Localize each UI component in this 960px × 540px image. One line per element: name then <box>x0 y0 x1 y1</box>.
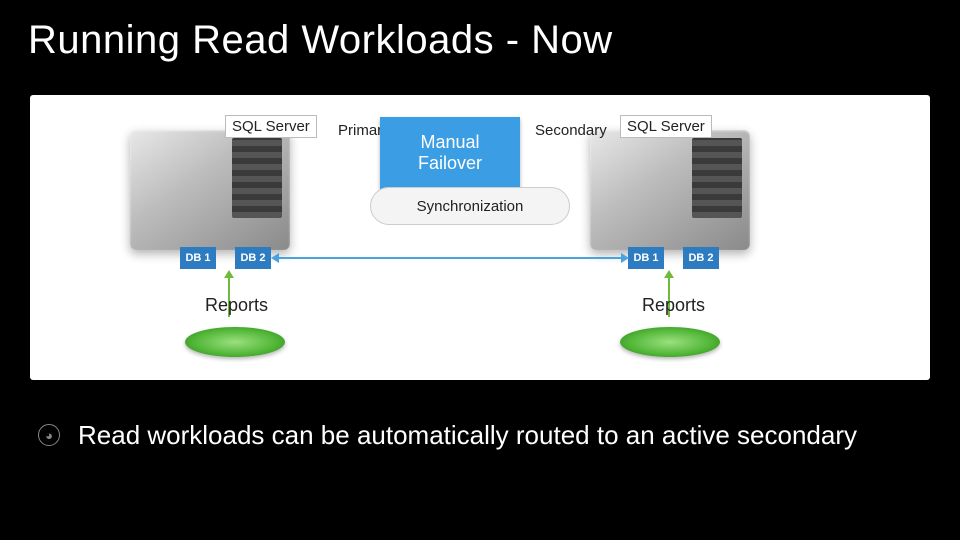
db-left-2: DB 2 <box>235 247 271 269</box>
sync-cloud: Synchronization <box>370 187 570 225</box>
sync-arrow-icon <box>278 257 622 259</box>
reports-label-right: Reports <box>642 295 705 316</box>
db-left-1: DB 1 <box>180 247 216 269</box>
failover-line1: Manual <box>380 132 520 153</box>
db-right-2: DB 2 <box>683 247 719 269</box>
server-right-icon <box>590 130 750 250</box>
role-secondary-label: Secondary <box>535 122 607 139</box>
server-left-label: SQL Server <box>225 115 317 138</box>
slide: Running Read Workloads - Now SQL Server … <box>0 0 960 540</box>
footer-callout: ◕ Read workloads can be automatically ro… <box>0 395 960 475</box>
failover-line2: Failover <box>380 153 520 174</box>
footer-text: Read workloads can be automatically rout… <box>78 420 857 451</box>
server-left-icon <box>130 130 290 250</box>
reports-label-left: Reports <box>205 295 268 316</box>
report-disc-left-icon <box>185 327 285 357</box>
clock-icon: ◕ <box>38 424 60 446</box>
diagram-area: SQL Server SQL Server Primary Secondary … <box>30 95 930 380</box>
slide-title: Running Read Workloads - Now <box>0 0 960 63</box>
db-right-1: DB 1 <box>628 247 664 269</box>
failover-box: Manual Failover <box>380 117 520 189</box>
server-right-label: SQL Server <box>620 115 712 138</box>
report-disc-right-icon <box>620 327 720 357</box>
